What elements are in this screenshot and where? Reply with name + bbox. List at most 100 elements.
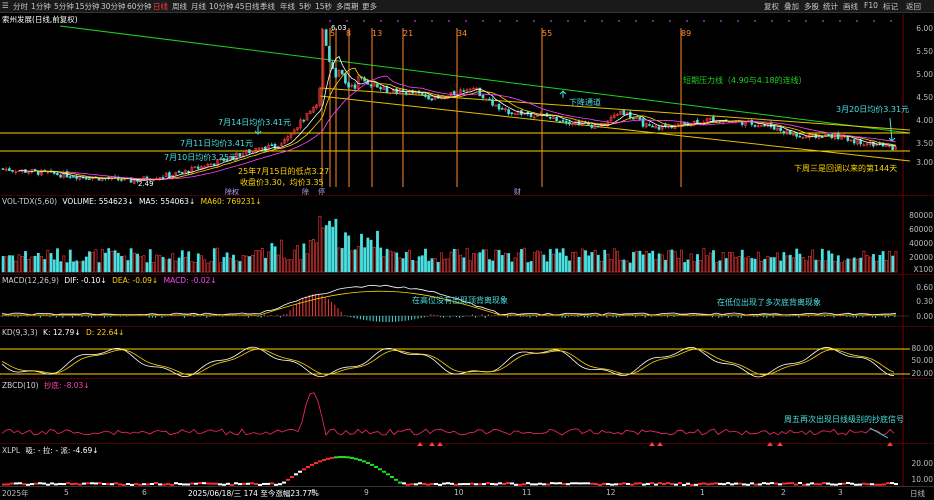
- volume-bar: [545, 261, 549, 273]
- volume-bar: [276, 254, 280, 273]
- signal-dot: [380, 20, 382, 22]
- vol-axis-80000: 80000: [909, 211, 933, 220]
- signal-dot: [839, 20, 841, 22]
- volume-bar: [129, 248, 133, 273]
- candle-body: [56, 172, 59, 176]
- marker-fin: 财: [514, 188, 521, 196]
- candle-body: [424, 94, 427, 97]
- volume-bar: [708, 252, 712, 273]
- signal-dot: [346, 20, 348, 22]
- volume-bar: [894, 251, 898, 273]
- volume-bar: [372, 246, 376, 273]
- volume-bar: [760, 260, 763, 273]
- volume-bar: [555, 248, 559, 273]
- volume-bar: [561, 248, 565, 273]
- candle-body: [177, 171, 181, 173]
- volume-bar: [88, 251, 91, 273]
- volume-bar: [846, 258, 850, 273]
- volume-bar: [801, 257, 805, 273]
- candle-body: [88, 178, 91, 180]
- date-6: 6: [142, 488, 147, 497]
- volume-bar: [612, 248, 616, 273]
- volume-bar: [740, 249, 744, 273]
- candle-body: [891, 145, 894, 151]
- candle-body: [376, 84, 379, 88]
- candle-body: [558, 120, 562, 123]
- volume-bar: [744, 257, 747, 273]
- volume-bar: [289, 259, 293, 273]
- volume-bar: [875, 260, 879, 273]
- volume-bar: [344, 232, 347, 273]
- volume-bar: [488, 259, 491, 273]
- volume-bar: [414, 261, 418, 273]
- volume-bar: [891, 255, 895, 273]
- volume-bar: [814, 259, 818, 273]
- volume-bar: [699, 260, 703, 273]
- volume-bar: [222, 257, 226, 273]
- candle-body: [795, 133, 798, 137]
- candle-body: [344, 73, 347, 84]
- volume-bar: [878, 254, 882, 273]
- volume-bar: [750, 258, 754, 273]
- volume-bar: [542, 254, 546, 273]
- volume-bar: [494, 249, 498, 273]
- zbcd-signal-marker: [429, 442, 435, 446]
- volume-bar: [696, 254, 699, 273]
- volume-bar: [184, 256, 187, 273]
- volume-bar: [756, 251, 760, 273]
- candle-body: [628, 111, 632, 119]
- volume-bar: [100, 249, 104, 273]
- volume-bar: [836, 255, 840, 273]
- candle-body: [68, 176, 72, 178]
- candle-body: [782, 131, 786, 134]
- volume-bar: [392, 251, 395, 273]
- volume-bar: [593, 250, 597, 273]
- volume-bar: [609, 258, 613, 273]
- volume-bar: [868, 256, 872, 273]
- volume-bar: [116, 252, 120, 273]
- volume-bar: [174, 260, 178, 273]
- candle-body: [379, 87, 382, 90]
- volume-bar: [548, 249, 552, 273]
- candle-body: [264, 146, 267, 152]
- volume-bar: [523, 247, 527, 273]
- signal-dot: [822, 20, 824, 22]
- volume-bar: [849, 259, 853, 273]
- volume-bar: [884, 260, 888, 273]
- candle-body: [788, 130, 792, 135]
- volume-bar: [536, 250, 539, 273]
- signal-dot: [567, 20, 569, 22]
- signal-dot: [397, 20, 399, 22]
- volume-bar: [296, 245, 299, 273]
- volume-bar: [529, 261, 533, 273]
- volume-bar: [641, 254, 645, 273]
- volume-bar: [622, 259, 626, 273]
- candle-body: [632, 117, 635, 120]
- candle-body: [270, 144, 274, 147]
- candle-body: [120, 179, 123, 181]
- volume-bar: [356, 246, 360, 273]
- avg-0711-note: 7月11日均价3.41元: [180, 139, 254, 148]
- volume-bar: [574, 251, 578, 273]
- volume-bar: [795, 248, 799, 273]
- signal-dot: [669, 20, 671, 22]
- volume-bar: [126, 260, 130, 273]
- candle-body: [568, 121, 571, 125]
- volume-bar: [142, 255, 146, 273]
- date-5: 5: [64, 488, 69, 497]
- volume-bar: [161, 256, 165, 273]
- vol-axis-20000: 20000: [909, 253, 933, 262]
- xlpl-axis-20: 20.00: [911, 459, 933, 468]
- volume-bar: [808, 255, 811, 273]
- candle-body: [238, 153, 242, 157]
- signal-dot: [516, 20, 518, 22]
- volume-bar: [264, 257, 267, 273]
- volume-bar: [187, 251, 191, 273]
- signal-dot: [465, 20, 467, 22]
- volume-bar: [385, 248, 389, 273]
- volume-bar: [660, 254, 664, 273]
- volume-bar: [43, 259, 47, 273]
- volume-bar: [430, 258, 434, 273]
- rebound-note: 下周三是回调以来的第144天: [794, 164, 898, 173]
- candle-body: [430, 98, 434, 101]
